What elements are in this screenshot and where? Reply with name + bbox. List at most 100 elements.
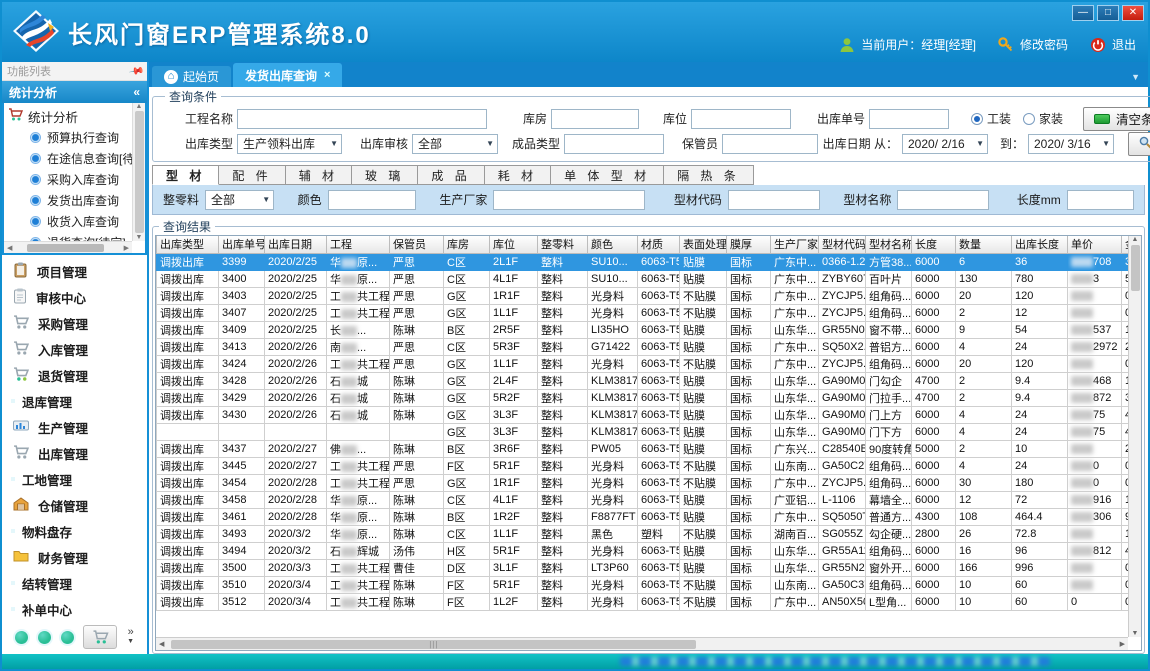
tab-list-caret-icon[interactable]: ▼ (1131, 72, 1140, 82)
table-row[interactable]: 调拨出库35102020/3/4工共工程陈琳F区5R1F整料光身料6063-T5… (157, 576, 1129, 593)
tab-home[interactable]: ⌂ 起始页 (152, 66, 231, 87)
minimize-button[interactable]: — (1072, 5, 1094, 21)
column-header-13[interactable]: 型材代码 (819, 236, 866, 253)
table-row[interactable]: 调拨出库34372020/2/27佛...陈琳B区3R6F整料PW056063-… (157, 440, 1129, 457)
tab-shipping-outbound-query[interactable]: 发货出库查询 × (233, 63, 342, 87)
material-tab-6[interactable]: 单 体 型 材 (551, 165, 664, 185)
table-row[interactable]: 调拨出库34542020/2/28工共工程严思G区1R1F整料光身料6063-T… (157, 474, 1129, 491)
radio-jiazhuang[interactable]: 家装 (1023, 110, 1063, 127)
circle-icon[interactable] (15, 631, 28, 644)
column-header-5[interactable]: 库房 (444, 236, 490, 253)
material-tab-5[interactable]: 耗 材 (485, 165, 551, 185)
column-header-0[interactable]: 出库类型 (157, 236, 219, 253)
color-input[interactable] (328, 190, 416, 210)
column-header-16[interactable]: 数量 (956, 236, 1012, 253)
table-row[interactable]: 调拨出库34452020/2/27工共工程严思F区5R1F整料光身料6063-T… (157, 457, 1129, 474)
table-row[interactable]: 调拨出库34932020/3/2华原...陈琳C区1L1F整料黑色塑料不贴膜国标… (157, 525, 1129, 542)
tree-item-4[interactable]: 收货入库查询 (8, 211, 131, 232)
table-row[interactable]: 调拨出库34002020/2/25华原...严思C区4L1F整料SU10...6… (157, 270, 1129, 287)
factory-input[interactable] (493, 190, 644, 210)
sidebar-item-5[interactable]: 退库管理 (2, 388, 147, 414)
zhengling-select[interactable]: 全部▼ (205, 190, 274, 210)
column-header-7[interactable]: 整零料 (538, 236, 588, 253)
circle-icon[interactable] (61, 631, 74, 644)
product-type-input[interactable] (564, 134, 664, 154)
sidebar-item-0[interactable]: 项目管理 (2, 258, 147, 284)
radio-gongzhuang[interactable]: 工装 (971, 110, 1011, 127)
sidebar-item-8[interactable]: 工地管理 (2, 466, 147, 492)
sidebar-item-1[interactable]: 审核中心 (2, 284, 147, 310)
column-header-15[interactable]: 长度 (912, 236, 956, 253)
column-header-11[interactable]: 膜厚 (727, 236, 771, 253)
table-row[interactable]: 调拨出库33992020/2/25华原...严思C区2L1F整料SU10...6… (157, 253, 1129, 270)
out-type-select[interactable]: 生产领料出库▼ (237, 134, 342, 154)
table-row[interactable]: 调拨出库34612020/2/28华原...陈琳B区1R2F整料F8877FT6… (157, 508, 1129, 525)
keeper-input[interactable] (722, 134, 818, 154)
sidebar-item-4[interactable]: 退货管理 (2, 362, 147, 388)
table-row[interactable]: 调拨出库34032020/2/25工共工程严思G区1R1F整料光身料6063-T… (157, 287, 1129, 304)
search-button[interactable]: 查 询 (1128, 132, 1150, 156)
tree-item-0[interactable]: 预算执行查询 (8, 127, 131, 148)
maximize-button[interactable]: □ (1097, 5, 1119, 21)
column-header-6[interactable]: 库位 (490, 236, 538, 253)
change-password-link[interactable]: 修改密码 (1020, 36, 1068, 53)
table-row[interactable]: 调拨出库34942020/3/2石辉城汤伟H区5R1F整料光身料6063-T5贴… (157, 542, 1129, 559)
table-row[interactable]: 调拨出库34072020/2/25工共工程严思G区1L1F整料光身料6063-T… (157, 304, 1129, 321)
profile-name-input[interactable] (897, 190, 989, 210)
column-header-3[interactable]: 工程 (327, 236, 390, 253)
tree-item-1[interactable]: 在途信息查询[待 (8, 148, 131, 169)
warehouse-input[interactable] (551, 109, 639, 129)
date-to-picker[interactable]: 2020/ 3/16▼ (1028, 134, 1114, 154)
project-name-input[interactable] (237, 109, 487, 129)
overflow-chevron[interactable]: »▼ (127, 628, 134, 646)
sidebar-item-11[interactable]: 财务管理 (2, 544, 147, 570)
order-no-input[interactable] (869, 109, 949, 129)
table-row[interactable]: G区3L3F整料KLM38176063-T5贴膜国标山东华...GA90M09.… (157, 423, 1129, 440)
material-tab-0[interactable]: 型 材 (152, 165, 219, 185)
tree-vertical-scrollbar[interactable]: ▲▼ (132, 103, 145, 241)
tree-item-3[interactable]: 发货出库查询 (8, 190, 131, 211)
sidebar-item-12[interactable]: 结转管理 (2, 570, 147, 596)
sidebar-item-10[interactable]: 物料盘存 (2, 518, 147, 544)
tree-root-stat-analysis[interactable]: 统计分析 (8, 105, 131, 127)
sidebar-item-7[interactable]: 出库管理 (2, 440, 147, 466)
tree-item-2[interactable]: 采购入库查询 (8, 169, 131, 190)
material-tab-1[interactable]: 配 件 (219, 165, 285, 185)
profile-code-input[interactable] (728, 190, 820, 210)
table-row[interactable]: 调拨出库35122020/3/4工共工程陈琳F区1L2F整料光身料6063-T5… (157, 593, 1129, 610)
sidebar-item-2[interactable]: 采购管理 (2, 310, 147, 336)
column-header-17[interactable]: 出库长度 (1012, 236, 1068, 253)
more-modules-button[interactable] (83, 625, 117, 649)
column-header-2[interactable]: 出库日期 (265, 236, 327, 253)
grid-horizontal-scrollbar[interactable]: ◀|||▶ (156, 637, 1128, 650)
collapse-icon[interactable]: « (133, 85, 140, 99)
table-row[interactable]: 调拨出库35002020/3/3工共工程曹佳D区3L1F整料LT3P606063… (157, 559, 1129, 576)
clear-conditions-button[interactable]: 清空条件 (1083, 107, 1150, 131)
table-row[interactable]: 调拨出库34282020/2/26石城陈琳G区2L4F整料KLM38176063… (157, 372, 1129, 389)
date-from-picker[interactable]: 2020/ 2/16▼ (902, 134, 988, 154)
logout-link[interactable]: 退出 (1112, 36, 1136, 53)
column-header-1[interactable]: 出库单号 (219, 236, 265, 253)
column-header-10[interactable]: 表面处理 (680, 236, 727, 253)
column-header-14[interactable]: 型材名称 (866, 236, 912, 253)
table-row[interactable]: 调拨出库34242020/2/26工共工程严思G区1L1F整料光身料6063-T… (157, 355, 1129, 372)
column-header-4[interactable]: 保管员 (390, 236, 444, 253)
sidebar-item-9[interactable]: 仓储管理 (2, 492, 147, 518)
column-header-8[interactable]: 颜色 (588, 236, 638, 253)
table-row[interactable]: 调拨出库34582020/2/28华原...陈琳C区4L1F整料光身料6063-… (157, 491, 1129, 508)
pin-icon[interactable]: 📌 (128, 63, 145, 79)
column-header-18[interactable]: 单价 (1068, 236, 1122, 253)
table-row[interactable]: 调拨出库34292020/2/26石城陈琳G区5R2F整料KLM38176063… (157, 389, 1129, 406)
length-input[interactable] (1067, 190, 1134, 210)
material-tab-3[interactable]: 玻 璃 (352, 165, 418, 185)
close-button[interactable]: ✕ (1122, 5, 1144, 21)
tree-horizontal-scrollbar[interactable]: ◀▶ (4, 241, 132, 253)
material-tab-4[interactable]: 成 品 (418, 165, 484, 185)
sidebar-item-13[interactable]: 补单中心 (2, 596, 147, 622)
sidebar-item-6[interactable]: 生产管理 (2, 414, 147, 440)
out-audit-select[interactable]: 全部▼ (412, 134, 498, 154)
tree-item-6[interactable]: 退库管理[待定] (8, 253, 131, 255)
material-tab-2[interactable]: 辅 材 (286, 165, 352, 185)
table-row[interactable]: 调拨出库34092020/2/25长...陈琳B区2R5F整料LI35HO606… (157, 321, 1129, 338)
sidebar-item-3[interactable]: 入库管理 (2, 336, 147, 362)
